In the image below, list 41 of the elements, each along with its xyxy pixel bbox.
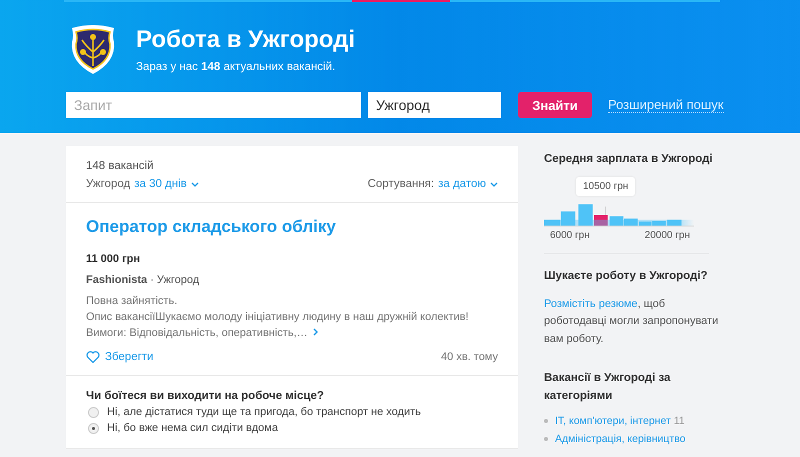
description-line: Вимоги: Відповідальність, оперативність,… [86, 325, 498, 341]
post-resume-link[interactable]: Розмістіть резюме [544, 298, 638, 310]
poll-question: Чи боїтеся ви виходити на робоче місце? [86, 390, 325, 402]
city-input[interactable]: Ужгород [368, 92, 501, 118]
category-link[interactable]: Адміністрація, керівництво [555, 432, 686, 446]
chevron-right-icon[interactable] [312, 328, 318, 336]
salary-text: 11 000 грн [86, 253, 142, 265]
period-dropdown[interactable]: за 30 днів [134, 178, 199, 190]
resume-paragraph: Розмістіть резюме, щоб роботодавці могли запропонувати вам роботу. [544, 296, 720, 347]
city-label: Ужгород [86, 178, 130, 190]
radio-button[interactable] [88, 422, 99, 434]
page-title: Робота в Ужгороді [136, 26, 356, 54]
bullet-icon [544, 419, 548, 424]
categories-title: Вакансії в Ужгороді за категоріями [544, 371, 672, 404]
query-input[interactable]: Запит [66, 92, 361, 118]
radio-button[interactable] [88, 406, 99, 418]
bullet-icon [544, 437, 548, 442]
axis-tick-label: 20000 грн [644, 230, 690, 241]
sort-label: Сортування: [368, 178, 434, 190]
posted-time: 40 хв. тому [441, 351, 498, 363]
salary-widget-title: Середня зарплата в Ужгороді [544, 152, 714, 167]
category-link[interactable]: IT, комп'ютери, інтернет 11 [555, 414, 685, 429]
chevron-down-icon [190, 182, 199, 187]
heart-icon [86, 351, 100, 363]
vacancy-city: · Ужгород [150, 274, 200, 286]
search-button[interactable]: Знайти [518, 92, 592, 118]
advanced-search-link[interactable]: Розширений пошук [608, 97, 724, 113]
vacancy-count-subtitle: Зараз у нас 148 актуальних вакансій. [136, 60, 336, 72]
save-button[interactable]: Зберегти [86, 351, 154, 363]
vacancy-title-link[interactable]: Оператор складського обліку [86, 217, 498, 237]
company-name: Fashionista [86, 274, 148, 286]
resume-widget-title: Шукаєте роботу в Ужгороді? [544, 268, 709, 284]
axis-tick-label: 6000 грн [550, 230, 590, 241]
poll-option-label: Ні, бо вже нема сил сидіти вдома [107, 422, 278, 434]
description-line: Опис вакансіїШукаємо молоду ініціативну людину в наш дружній колектив! [86, 310, 470, 325]
description-line: Повна зайнятість. [86, 294, 178, 309]
sort-dropdown[interactable]: за датою [438, 178, 498, 190]
chevron-down-icon [490, 182, 498, 187]
salary-tooltip: 10500 грн [576, 176, 636, 196]
results-count: 148 вакансій [86, 160, 155, 172]
poll-option-label: Ні, але дістатися туди ще та пригода, бо транспорт не ходить [107, 406, 421, 418]
